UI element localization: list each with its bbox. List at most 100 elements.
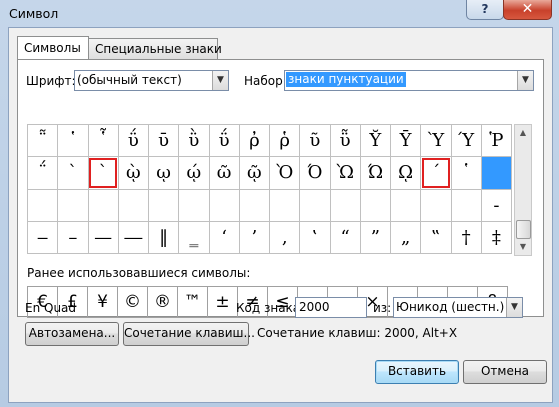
symbol-cell[interactable]: Ὼ bbox=[329, 156, 361, 190]
symbol-cell[interactable]: “ bbox=[329, 220, 361, 255]
symbol-cell[interactable]: ‗ bbox=[178, 220, 210, 255]
recent-symbol-cell[interactable]: ± bbox=[207, 286, 238, 318]
symbol-cell[interactable]: ΰ bbox=[117, 123, 150, 158]
symbol-cell[interactable]: Ὸ bbox=[268, 156, 301, 190]
symbol-cell[interactable]: Ὺ bbox=[420, 123, 452, 158]
symbol-cell[interactable]: Ύ bbox=[450, 123, 482, 158]
symbol-cell[interactable]: ῾ bbox=[450, 156, 482, 190]
symbol-cell[interactable]: ῁ bbox=[26, 123, 59, 158]
tab-symbols[interactable]: Символы bbox=[17, 36, 89, 59]
symbol-cell[interactable]: ῼ bbox=[389, 156, 422, 190]
symbol-cell[interactable]: ῷ bbox=[238, 156, 271, 190]
symbol-cell[interactable] bbox=[238, 188, 271, 222]
symbol-cell[interactable]: „ bbox=[389, 220, 422, 255]
symbol-grid-row: ῁ ῾ ῟ ΰ ῡ ῢ ΰ ῤ ῥ ῦ ῧ Ῠ Ῡ Ὺ Ύ Ῥ bbox=[26, 123, 513, 158]
symbol-cell[interactable] bbox=[329, 188, 361, 222]
symbol-cell[interactable]: ῥ bbox=[268, 123, 301, 158]
symbol-cell[interactable] bbox=[480, 156, 513, 190]
symbol-cell[interactable]: ‚ bbox=[268, 220, 301, 255]
cancel-button[interactable]: Отмена bbox=[463, 360, 547, 384]
symbol-cell[interactable]: Ό bbox=[299, 156, 331, 190]
symbol-cell[interactable]: ῶ bbox=[208, 156, 240, 190]
symbol-cell[interactable]: ῲ bbox=[117, 156, 150, 190]
symbol-cell[interactable]: ῤ bbox=[238, 123, 271, 158]
symbol-cell[interactable]: ‘ bbox=[208, 220, 240, 255]
scroll-down-icon[interactable]: ▼ bbox=[515, 239, 531, 255]
symbol-cell[interactable] bbox=[268, 188, 301, 222]
symbol-cell[interactable]: ´ bbox=[420, 156, 452, 190]
symbol-cell[interactable]: ― bbox=[117, 220, 150, 255]
symbol-grid-row: ‒ – — ― ‖ ‗ ‘’ ‚ ‛ “” „ ‟ † ‡ bbox=[26, 220, 513, 255]
from-label: из: bbox=[373, 301, 392, 315]
insert-button[interactable]: Вставить bbox=[375, 360, 459, 384]
symbol-grid-row: ΅ ` ` ῲ ῳ ῴ ῶ ῷ Ὸ Ό Ὼ Ώ ῼ ´ ῾ bbox=[26, 156, 513, 190]
symbol-cell[interactable]: — bbox=[87, 220, 119, 255]
symbol-cell[interactable]: ` bbox=[87, 156, 119, 190]
symbol-cell[interactable] bbox=[147, 188, 180, 222]
help-button[interactable]: ? bbox=[466, 0, 504, 20]
shortcut-key-button[interactable]: Сочетание клавиш... bbox=[123, 322, 255, 346]
shortcut-info: Сочетание клавиш: 2000, Alt+X bbox=[257, 326, 458, 340]
symbol-cell[interactable]: ῢ bbox=[178, 123, 210, 158]
symbol-cell[interactable]: ῧ bbox=[329, 123, 361, 158]
symbol-cell[interactable]: – bbox=[57, 220, 89, 255]
symbol-cell[interactable] bbox=[389, 188, 422, 222]
symbol-cell[interactable]: ‟ bbox=[420, 220, 452, 255]
title-bar[interactable]: Символ ? ✕ bbox=[0, 0, 559, 26]
grid-scrollbar[interactable]: ▲ ▼ bbox=[514, 124, 532, 256]
symbol-cell[interactable] bbox=[450, 188, 482, 222]
symbol-cell[interactable]: Ώ bbox=[359, 156, 392, 190]
chevron-down-icon[interactable]: ▼ bbox=[517, 71, 533, 90]
subset-label: Набор: bbox=[244, 74, 287, 88]
symbol-cell[interactable]: - bbox=[480, 188, 513, 222]
symbol-cell[interactable]: ῟ bbox=[87, 123, 119, 158]
symbol-cell[interactable]: ‒ bbox=[26, 220, 59, 255]
font-select-value: (обычный текст) bbox=[77, 73, 182, 87]
symbol-cell[interactable]: ‛ bbox=[299, 220, 331, 255]
tab-special-chars[interactable]: Специальные знаки bbox=[88, 38, 222, 59]
symbol-cell[interactable] bbox=[87, 188, 119, 222]
recent-symbol-cell[interactable]: ® bbox=[147, 286, 178, 318]
symbol-cell[interactable]: ` bbox=[57, 156, 89, 190]
symbol-cell[interactable]: ῳ bbox=[147, 156, 180, 190]
symbol-cell[interactable]: ΅ bbox=[26, 156, 59, 190]
font-label: Шрифт: bbox=[26, 74, 76, 88]
close-button[interactable]: ✕ bbox=[503, 0, 552, 20]
symbol-cell[interactable] bbox=[299, 188, 331, 222]
recent-symbol-cell[interactable]: © bbox=[117, 286, 148, 318]
symbol-cell[interactable]: Ῡ bbox=[389, 123, 422, 158]
symbol-cell[interactable] bbox=[420, 188, 452, 222]
symbol-cell[interactable] bbox=[26, 188, 59, 222]
subset-select[interactable]: знаки пунктуации ▼ bbox=[284, 70, 534, 91]
symbol-cell[interactable] bbox=[117, 188, 150, 222]
scrollbar-thumb[interactable] bbox=[516, 220, 531, 239]
symbol-cell[interactable]: ῴ bbox=[178, 156, 210, 190]
symbol-cell[interactable] bbox=[178, 188, 210, 222]
symbol-cell[interactable] bbox=[208, 188, 240, 222]
symbol-cell[interactable]: ‖ bbox=[147, 220, 180, 255]
symbol-cell[interactable]: Ῠ bbox=[359, 123, 392, 158]
symbol-cell[interactable]: ΰ bbox=[208, 123, 240, 158]
recent-symbol-cell[interactable]: ¥ bbox=[87, 286, 118, 318]
font-select[interactable]: (обычный текст) ▼ bbox=[74, 70, 229, 91]
symbol-cell[interactable]: Ῥ bbox=[480, 123, 513, 158]
autocorrect-button[interactable]: Автозамена... bbox=[25, 322, 119, 346]
symbol-cell[interactable]: ’ bbox=[238, 220, 271, 255]
dialog-body: Символы Специальные знаки Шрифт: (обычны… bbox=[8, 27, 553, 403]
symbol-cell[interactable]: ῡ bbox=[147, 123, 180, 158]
symbol-cell[interactable] bbox=[57, 188, 89, 222]
encoding-select[interactable]: Юникод (шестн.) ▼ bbox=[393, 297, 523, 318]
tab-symbols-label: Символы bbox=[24, 41, 81, 55]
symbol-cell[interactable]: ” bbox=[359, 220, 392, 255]
symbol-cell[interactable]: ‡ bbox=[480, 220, 513, 255]
recent-symbol-cell[interactable]: ™ bbox=[177, 286, 208, 318]
chevron-down-icon[interactable]: ▼ bbox=[506, 298, 522, 317]
symbol-cell[interactable]: † bbox=[450, 220, 482, 255]
symbol-cell[interactable]: ῦ bbox=[299, 123, 331, 158]
symbol-cell[interactable]: ῾ bbox=[57, 123, 89, 158]
char-code-input[interactable]: 2000 bbox=[295, 297, 367, 318]
scroll-up-icon[interactable]: ▲ bbox=[515, 125, 531, 141]
symbol-cell[interactable] bbox=[359, 188, 392, 222]
chevron-down-icon[interactable]: ▼ bbox=[212, 71, 228, 90]
symbol-grid[interactable]: ῁ ῾ ῟ ΰ ῡ ῢ ΰ ῤ ῥ ῦ ῧ Ῠ Ῡ Ὺ Ύ Ῥ ΅ ` ` ῲ ῳ ῴ ῶ ῷ Ὸ Ό Ὼ Ώ ῼ ´ ῾ - ‒ – — ― ‖ ‗ ‘’… bbox=[26, 123, 513, 255]
